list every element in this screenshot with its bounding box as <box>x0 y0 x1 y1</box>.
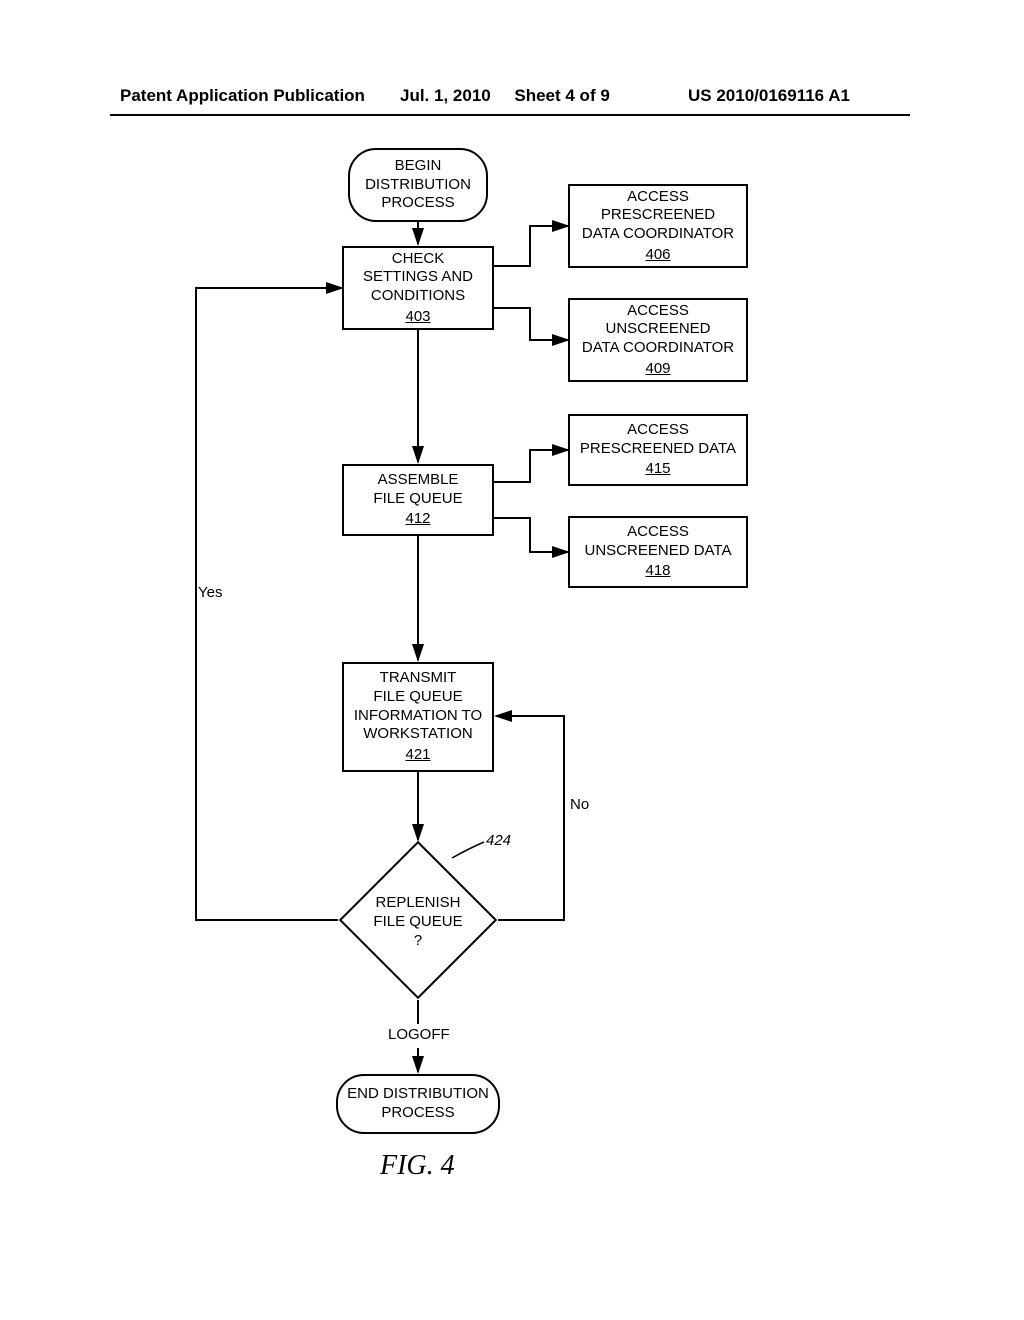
decision-424-label: REPLENISH FILE QUEUE ? <box>338 894 498 950</box>
process-403-ref: 403 <box>405 308 430 327</box>
connector-lines <box>0 140 1024 1280</box>
process-421-text: TRANSMIT FILE QUEUE INFORMATION TO WORKS… <box>354 669 482 744</box>
header-mid: Jul. 1, 2010 Sheet 4 of 9 <box>400 86 610 106</box>
process-415-text: ACCESS PRESCREENED DATA <box>580 421 736 459</box>
process-418: ACCESS UNSCREENED DATA 418 <box>568 516 748 588</box>
decision-424-ref: 424 <box>486 832 511 849</box>
header-divider <box>110 114 910 116</box>
process-412-text: ASSEMBLE FILE QUEUE <box>373 471 462 509</box>
header-right: US 2010/0169116 A1 <box>688 86 850 106</box>
process-406-text: ACCESS PRESCREENED DATA COORDINATOR <box>582 188 734 244</box>
process-403-text: CHECK SETTINGS AND CONDITIONS <box>363 250 473 306</box>
decision-424-text: REPLENISH FILE QUEUE ? <box>373 894 462 949</box>
process-403: CHECK SETTINGS AND CONDITIONS 403 <box>342 246 494 330</box>
label-yes: Yes <box>198 584 222 601</box>
process-421-ref: 421 <box>405 746 430 765</box>
process-421: TRANSMIT FILE QUEUE INFORMATION TO WORKS… <box>342 662 494 772</box>
flowchart-diagram: BEGIN DISTRIBUTION PROCESS CHECK SETTING… <box>0 140 1024 1280</box>
process-409-ref: 409 <box>645 360 670 379</box>
figure-label: FIG. 4 <box>380 1150 455 1182</box>
begin-text: BEGIN DISTRIBUTION PROCESS <box>365 157 471 213</box>
process-415-ref: 415 <box>645 460 670 479</box>
header-date: Jul. 1, 2010 <box>400 86 491 105</box>
process-406-ref: 406 <box>645 246 670 265</box>
label-no: No <box>570 796 589 813</box>
process-412: ASSEMBLE FILE QUEUE 412 <box>342 464 494 536</box>
header-sheet: Sheet 4 of 9 <box>514 86 609 105</box>
process-412-ref: 412 <box>405 510 430 529</box>
terminator-end: END DISTRIBUTION PROCESS <box>336 1074 500 1134</box>
process-415: ACCESS PRESCREENED DATA 415 <box>568 414 748 486</box>
process-409: ACCESS UNSCREENED DATA COORDINATOR 409 <box>568 298 748 382</box>
header-left: Patent Application Publication <box>120 86 365 106</box>
label-logoff: LOGOFF <box>388 1026 450 1043</box>
process-409-text: ACCESS UNSCREENED DATA COORDINATOR <box>582 302 734 358</box>
process-418-text: ACCESS UNSCREENED DATA <box>585 523 732 561</box>
terminator-begin: BEGIN DISTRIBUTION PROCESS <box>348 148 488 222</box>
process-406: ACCESS PRESCREENED DATA COORDINATOR 406 <box>568 184 748 268</box>
process-418-ref: 418 <box>645 562 670 581</box>
end-text: END DISTRIBUTION PROCESS <box>347 1085 489 1123</box>
